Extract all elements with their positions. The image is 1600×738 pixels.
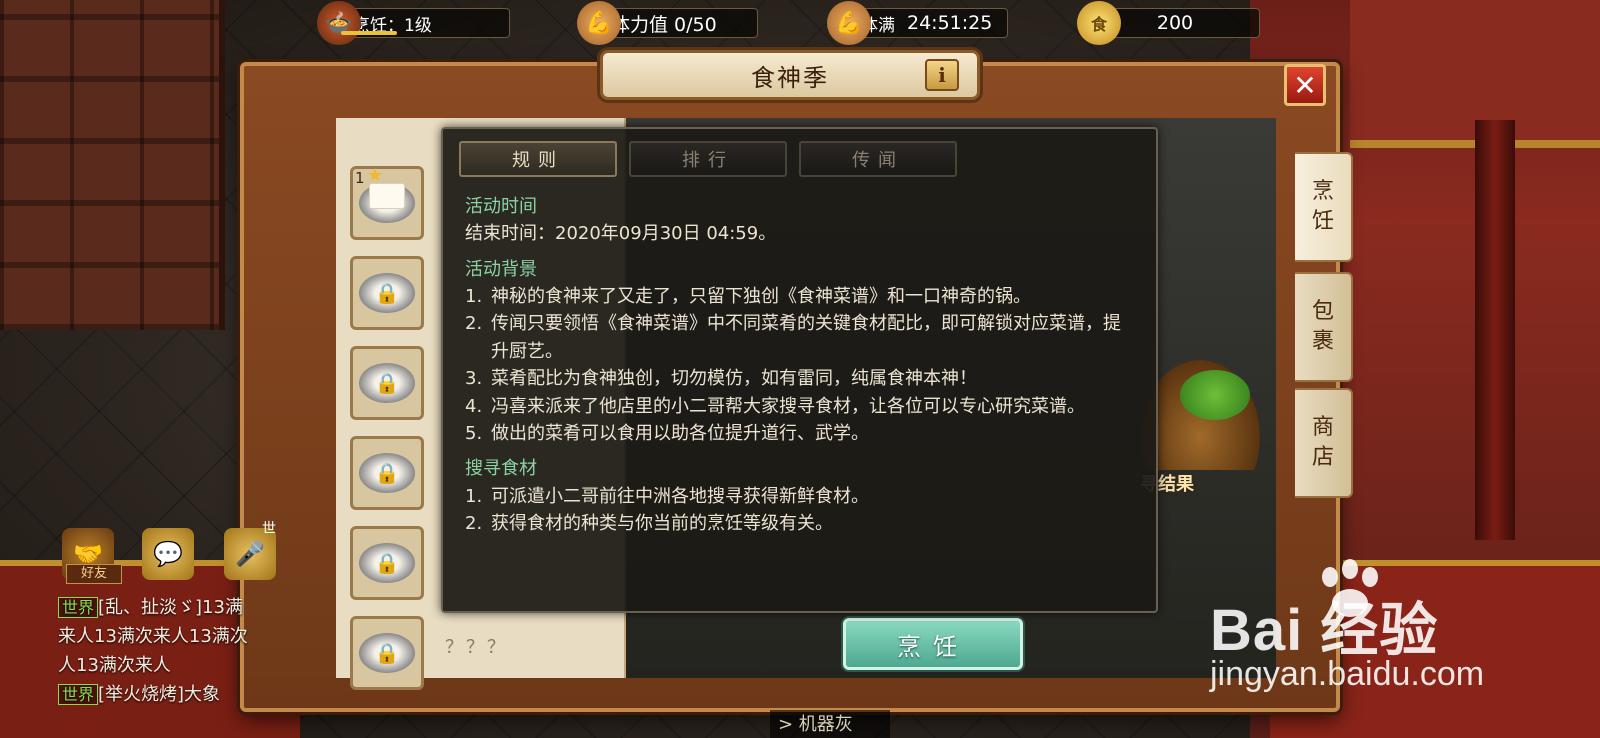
tofu-dish-icon bbox=[359, 183, 415, 223]
watermark-sub: jingyan.baidu.com bbox=[1210, 655, 1485, 693]
rule-line: 4. 冯喜来派来了他店里的小二哥帮大家搜寻食材，让各位可以专心研究菜谱。 bbox=[465, 393, 1135, 420]
locked-dish-icon: 🔒 bbox=[359, 273, 415, 313]
chat-message: 世界 [乱、扯淡ゞ]13满 bbox=[58, 593, 298, 622]
tab-ranking[interactable]: 排行 bbox=[629, 141, 787, 177]
rule-number: 3. bbox=[465, 368, 483, 390]
stamina-full-timer[interactable]: 💪 体满 24:51:25 bbox=[827, 1, 1008, 45]
rule-text: 做出的菜肴可以食用以助各位提升道行、武学。 bbox=[491, 422, 869, 444]
stamina-stat[interactable]: 💪 体力值 0/50 bbox=[577, 1, 758, 45]
rule-number: 2. bbox=[465, 313, 483, 335]
cooking-pot-icon: 🍲 bbox=[317, 1, 361, 45]
panel-title: 食神季 bbox=[600, 50, 980, 100]
voice-channel-tag: 世 bbox=[262, 521, 276, 537]
tab-rumors[interactable]: 传闻 bbox=[799, 141, 957, 177]
tab-shop-char1: 商 bbox=[1311, 415, 1334, 441]
stamina-arm-icon: 💪 bbox=[577, 1, 621, 45]
locked-dish-icon: 🔒 bbox=[359, 543, 415, 583]
chat-channel: 世界 bbox=[58, 684, 99, 705]
cooking-level-stat[interactable]: 🍲 烹饪：1级 bbox=[317, 1, 510, 45]
gold-coin-icon: 食 bbox=[1077, 1, 1121, 45]
recipe-count: 1 bbox=[355, 169, 365, 187]
locked-dish-icon: 🔒 bbox=[359, 453, 415, 493]
bookshelf-background bbox=[0, 0, 225, 330]
recipe-slot[interactable]: 🔒 bbox=[350, 436, 424, 510]
rule-line: 2. 传闻只要领悟《食神菜谱》中不同菜肴的关键食材配比，即可解锁对应菜谱，提升厨… bbox=[465, 310, 1135, 365]
chat-text: [乱、扯淡ゞ]13满 bbox=[98, 597, 243, 618]
rule-text: 可派遣小二哥前往中洲各地搜寻获得新鲜食材。 bbox=[491, 485, 869, 507]
recipe-slot[interactable]: 🔒 bbox=[350, 256, 424, 330]
tab-bag-char2: 裹 bbox=[1311, 329, 1334, 354]
chat-text: [举火烧烤]大象 bbox=[98, 684, 221, 705]
unknown-recipe-label: ？？？ bbox=[445, 637, 508, 658]
chat-text: 来人13满次来人13满次 bbox=[58, 626, 248, 647]
recipe-slot[interactable]: 1 ★ bbox=[350, 165, 424, 240]
info-button[interactable]: i bbox=[925, 59, 959, 91]
recipe-slot[interactable]: 🔒 bbox=[350, 526, 424, 600]
search-result-label[interactable]: 寻结果 bbox=[1140, 470, 1260, 500]
rule-number: 5. bbox=[465, 422, 483, 444]
rule-number: 2. bbox=[465, 512, 483, 534]
chat-channel: 世界 bbox=[58, 597, 99, 618]
cook-button[interactable]: 烹饪 bbox=[843, 618, 1023, 670]
locked-dish-icon: 🔒 bbox=[359, 363, 415, 403]
chat-message: 人13满次来人 bbox=[58, 651, 298, 680]
rule-text: 获得食材的种类与你当前的烹饪等级有关。 bbox=[491, 512, 833, 534]
tab-cooking-char1: 烹 bbox=[1311, 179, 1334, 205]
chat-text: 人13满次来人 bbox=[58, 655, 171, 676]
tab-cooking[interactable]: 烹 饪 bbox=[1295, 152, 1353, 262]
gold-stat[interactable]: 食 200 bbox=[1077, 1, 1260, 45]
rule-number: 1. bbox=[465, 286, 483, 308]
chat-message: 世界 [举火烧烤]大象 bbox=[58, 680, 298, 709]
full-timer-value: 24:51:25 bbox=[907, 12, 993, 34]
rule-line: 5. 做出的菜肴可以食用以助各位提升道行、武学。 bbox=[465, 420, 1135, 447]
close-button[interactable]: ✕ bbox=[1284, 64, 1326, 106]
gold-value: 200 bbox=[1156, 12, 1194, 34]
chat-button[interactable]: 💬 bbox=[142, 528, 194, 580]
cooking-progress-bar bbox=[341, 31, 397, 35]
section-title-search: 搜寻食材 bbox=[465, 458, 537, 480]
tab-shop-char2: 店 bbox=[1311, 445, 1334, 470]
tab-shop[interactable]: 商 店 bbox=[1295, 388, 1353, 498]
recipe-slot[interactable]: 🔒 bbox=[350, 616, 424, 690]
chat-bubble-icon: 💬 bbox=[153, 540, 183, 568]
pillar bbox=[1475, 120, 1515, 540]
section-title-time: 活动时间 bbox=[465, 196, 537, 217]
friends-label: 好友 bbox=[66, 564, 122, 584]
rule-text: 结束时间：2020年09月30日 04:59。 bbox=[465, 223, 777, 245]
rule-text: 菜肴配比为食神独创，切勿模仿，如有雷同，纯属食神本神！ bbox=[491, 368, 977, 390]
status-bar: 🍲 烹饪：1级 💪 体力值 0/50 💪 体满 24:51:25 食 200 bbox=[0, 1, 1600, 45]
rule-text: 传闻只要领悟《食神菜谱》中不同菜肴的关键食材配比，即可解锁对应菜谱，提升厨艺。 bbox=[491, 313, 1121, 362]
recipe-slot[interactable]: 🔒 bbox=[350, 346, 424, 420]
rule-text: 冯喜来派来了他店里的小二哥帮大家搜寻食材，让各位可以专心研究菜谱。 bbox=[491, 395, 1085, 417]
section-title-background: 活动背景 bbox=[465, 258, 537, 280]
chat-message: 来人13满次来人13满次 bbox=[58, 622, 298, 651]
rules-content: 活动时间 结束时间：2020年09月30日 04:59。 活动背景 1. 神秘的… bbox=[465, 193, 1135, 537]
rule-number: 1. bbox=[465, 485, 483, 507]
rule-line: 3. 菜肴配比为食神独创，切勿模仿，如有雷同，纯属食神本神！ bbox=[465, 365, 1135, 392]
rule-line: 1. 可派遣小二哥前往中洲各地搜寻获得新鲜食材。 bbox=[465, 483, 1135, 510]
tab-bag-char1: 包 bbox=[1311, 299, 1334, 325]
rule-line: 结束时间：2020年09月30日 04:59。 bbox=[465, 220, 1135, 247]
stamina-label: 体力值 0/50 bbox=[611, 13, 717, 36]
stamina-clock-icon: 💪 bbox=[827, 1, 871, 45]
tab-bag[interactable]: 包 裹 bbox=[1295, 272, 1353, 382]
rule-text: 神秘的食神来了又走了，只留下独创《食神菜谱》和一口神奇的锅。 bbox=[491, 286, 1031, 308]
bottom-notification: > 机器灰 bbox=[770, 710, 890, 738]
rule-line: 2. 获得食材的种类与你当前的烹饪等级有关。 bbox=[465, 510, 1135, 537]
rules-overlay: 规则 排行 传闻 活动时间 结束时间：2020年09月30日 04:59。 活动… bbox=[441, 127, 1158, 613]
rule-number: 4. bbox=[465, 395, 483, 417]
vegetable-basket-icon bbox=[1140, 360, 1260, 470]
tab-rules[interactable]: 规则 bbox=[459, 141, 617, 177]
microphone-icon: 🎤 bbox=[235, 540, 265, 568]
baidu-watermark: Bai 经验 jingyan.baidu.com bbox=[1210, 555, 1580, 705]
star-icon: ★ bbox=[367, 165, 384, 186]
chat-log[interactable]: 世界 [乱、扯淡ゞ]13满 来人13满次来人13满次 人13满次来人 世界 [举火烧… bbox=[58, 593, 298, 709]
overlay-tabs: 规则 排行 传闻 bbox=[459, 141, 957, 177]
locked-dish-icon: 🔒 bbox=[359, 633, 415, 673]
tab-cooking-char2: 饪 bbox=[1311, 209, 1334, 234]
rule-line: 1. 神秘的食神来了又走了，只留下独创《食神菜谱》和一口神奇的锅。 bbox=[465, 283, 1135, 310]
